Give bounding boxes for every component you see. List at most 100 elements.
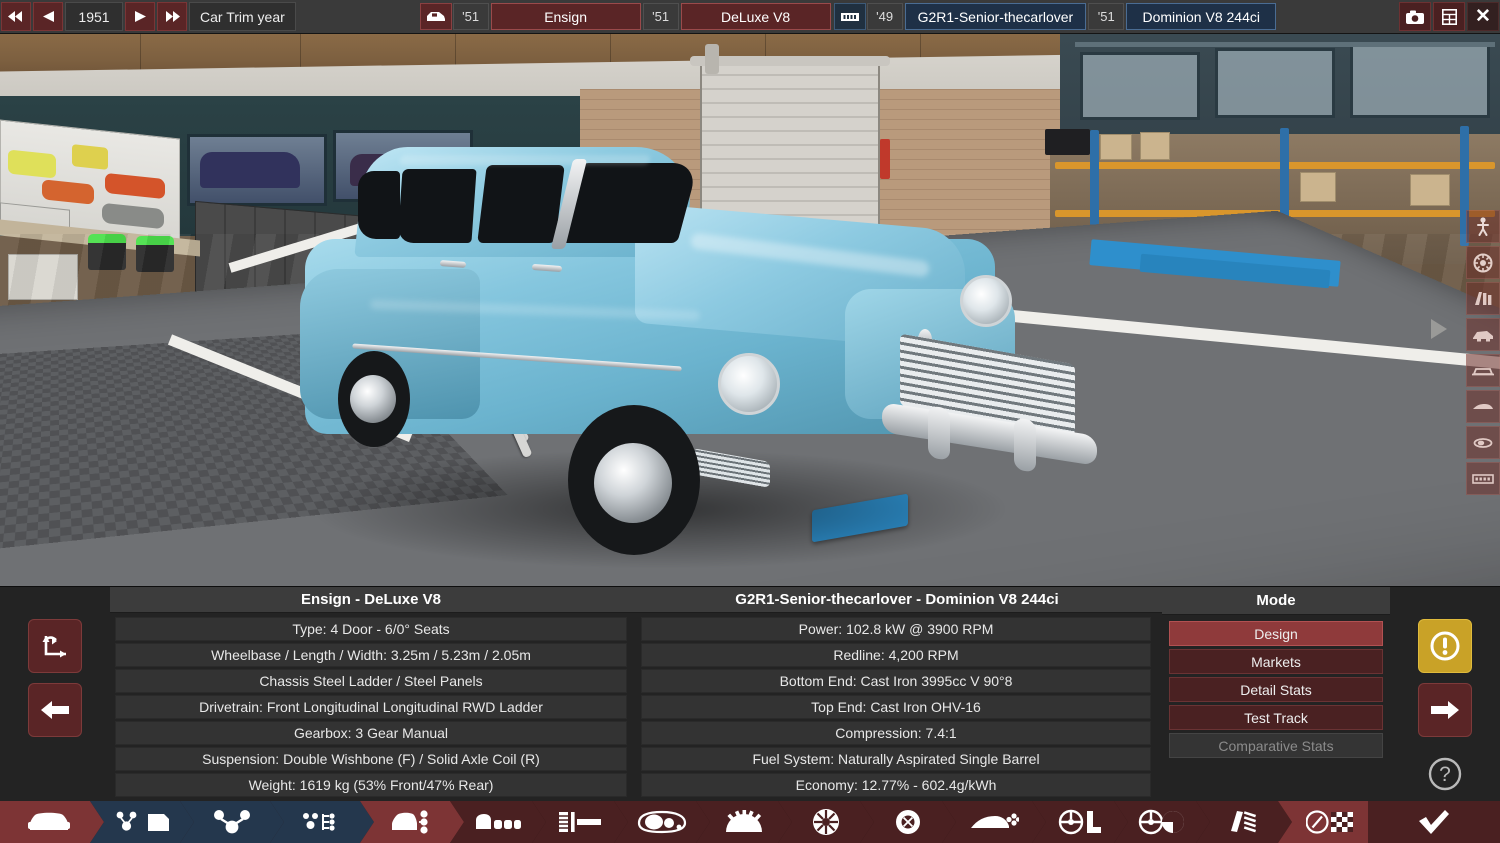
- car-stat-row: Gearbox: 3 Gear Manual: [115, 721, 627, 745]
- grid-view-icon[interactable]: [1466, 462, 1500, 495]
- tab-brakes[interactable]: [860, 801, 956, 843]
- car-stats-list: Type: 4 Door - 6/0° Seats Wheelbase / Le…: [112, 613, 630, 801]
- tab-test-track[interactable]: [1278, 801, 1382, 843]
- svg-text:?: ?: [1439, 763, 1451, 786]
- car-3d-viewport[interactable]: [0, 34, 1500, 586]
- tab-chassis-frame[interactable]: [532, 801, 628, 843]
- left-control-column: [0, 587, 110, 801]
- tab-body-selection[interactable]: [0, 801, 104, 843]
- checkmark-icon: [1417, 809, 1451, 835]
- window-pane-2: [1215, 48, 1335, 118]
- screen-car-render-1: [200, 152, 300, 188]
- engine-stat-row: Power: 102.8 kW @ 3900 RPM: [641, 617, 1151, 641]
- car-icon[interactable]: [420, 3, 452, 30]
- front-view-icon[interactable]: [1466, 354, 1500, 387]
- steering-seat-icon: [1058, 809, 1102, 835]
- shelf-box-2: [1140, 132, 1170, 160]
- help-button[interactable]: ?: [1418, 747, 1472, 801]
- trim-tab[interactable]: DeLuxe V8: [681, 3, 831, 30]
- engine-stats-title: G2R1-Senior-thecarlover - Dominion V8 24…: [632, 587, 1162, 613]
- tab-drivetrain-layout[interactable]: [270, 801, 374, 843]
- pedestrian-scale-icon[interactable]: [1466, 210, 1500, 243]
- frame-ruler-icon: [557, 810, 603, 834]
- molecule-folder-icon: [114, 810, 140, 834]
- tab-suspension-tune[interactable]: [1196, 801, 1292, 843]
- seats-icon: [474, 811, 522, 833]
- wheel-icon: [812, 808, 840, 836]
- sketch-car-van: [72, 144, 108, 170]
- top-bar: 1951 Car Trim year '51 Ensign '51 DeLuxe…: [0, 0, 1500, 34]
- bottom-tab-toolbar: [0, 801, 1500, 843]
- window-pane-3: [1350, 44, 1490, 118]
- automation-car-designer: 1951 Car Trim year '51 Ensign '51 DeLuxe…: [0, 0, 1500, 843]
- viewport-expand-button[interactable]: [1426, 316, 1452, 342]
- engine-variant-tab[interactable]: Dominion V8 244ci: [1126, 3, 1276, 30]
- tab-engine-placement[interactable]: [696, 801, 792, 843]
- tab-body-type[interactable]: [360, 801, 464, 843]
- engine-family-tab[interactable]: G2R1-Senior-thecarlover: [905, 3, 1087, 30]
- car-side-window-front: [477, 165, 565, 243]
- garage-door-motor: [705, 44, 719, 74]
- tab-aerodynamics[interactable]: [942, 801, 1046, 843]
- gear-arc-icon: [722, 810, 766, 834]
- interior-view-icon[interactable]: [1466, 318, 1500, 351]
- mode-option-detail-stats[interactable]: Detail Stats: [1169, 677, 1383, 702]
- forward-button[interactable]: [1418, 683, 1472, 737]
- molecules-icon: [212, 809, 252, 835]
- car-stat-row: Weight: 1619 kg (53% Front/47% Rear): [115, 773, 627, 797]
- topbar-spacer-left: [297, 0, 418, 33]
- mode-option-design[interactable]: Design: [1169, 621, 1383, 646]
- top-view-icon[interactable]: [1466, 426, 1500, 459]
- body-panels-icon[interactable]: [1466, 282, 1500, 315]
- mode-option-comparative-stats: Comparative Stats: [1169, 733, 1383, 758]
- warning-button[interactable]: [1418, 619, 1472, 673]
- back-button[interactable]: [28, 683, 82, 737]
- wheel-view-icon[interactable]: [1466, 246, 1500, 279]
- car-headlight-left: [718, 353, 780, 415]
- engine-icon[interactable]: [834, 3, 866, 30]
- tab-chassis-materials[interactable]: [90, 801, 194, 843]
- undo-button[interactable]: [28, 619, 82, 673]
- window-frame-top: [1075, 42, 1495, 47]
- mode-option-test-track[interactable]: Test Track: [1169, 705, 1383, 730]
- engine-stat-row: Compression: 7.4:1: [641, 721, 1151, 745]
- tab-wheels[interactable]: [778, 801, 874, 843]
- brake-disc-icon: [894, 808, 922, 836]
- year-value: 1951: [65, 2, 123, 31]
- tab-interior[interactable]: [1032, 801, 1128, 843]
- tab-lights[interactable]: [614, 801, 710, 843]
- panel-icon[interactable]: [1433, 2, 1465, 31]
- year-prev-button[interactable]: [33, 2, 63, 31]
- car-3d-model[interactable]: [300, 119, 1080, 549]
- tab-driver-assists[interactable]: [1114, 801, 1210, 843]
- engine-stat-row: Redline: 4,200 RPM: [641, 643, 1151, 667]
- close-icon[interactable]: ✕: [1467, 2, 1499, 31]
- topbar-window-controls: ✕: [1398, 0, 1500, 33]
- variant-year-badge: '51: [1088, 3, 1124, 30]
- mode-options: Design Markets Detail Stats Test Track C…: [1166, 615, 1386, 762]
- car-bumper-guard-left: [928, 405, 950, 460]
- mode-title: Mode: [1162, 587, 1390, 615]
- tab-confirm[interactable]: [1368, 801, 1500, 843]
- model-tab[interactable]: Ensign: [491, 3, 641, 30]
- car-stat-row: Wheelbase / Length / Width: 3.25m / 5.23…: [115, 643, 627, 667]
- car-stats-panel: Ensign - DeLuxe V8 Type: 4 Door - 6/0° S…: [110, 587, 632, 801]
- window-pane-1: [1080, 52, 1200, 120]
- tab-seats[interactable]: [450, 801, 546, 843]
- shelf-rail-1: [1055, 162, 1495, 169]
- year-next-button[interactable]: [125, 2, 155, 31]
- car-hubcap-front: [594, 443, 672, 523]
- side-view-icon[interactable]: [1466, 390, 1500, 423]
- car-aero-icon: [969, 811, 1019, 833]
- camera-icon[interactable]: [1399, 2, 1431, 31]
- year-last-button[interactable]: [157, 2, 187, 31]
- shelf-box-1: [1100, 134, 1132, 160]
- steering-contrast-icon: [1138, 809, 1186, 835]
- spring-damper-icon: [1227, 809, 1261, 835]
- molecule-layout-icon: [301, 810, 343, 834]
- mode-option-markets[interactable]: Markets: [1169, 649, 1383, 674]
- car-body-list-icon: [390, 810, 434, 834]
- year-first-button[interactable]: [1, 2, 31, 31]
- car-front-icon: [27, 810, 71, 834]
- tab-chassis-suspension[interactable]: [180, 801, 284, 843]
